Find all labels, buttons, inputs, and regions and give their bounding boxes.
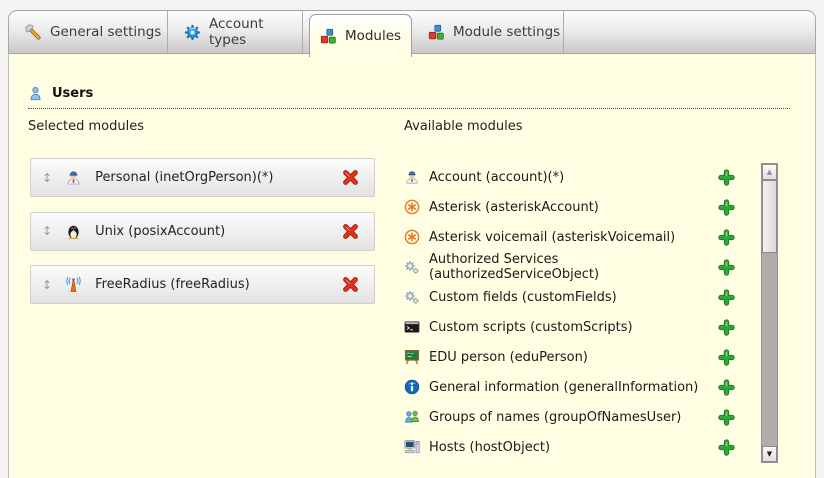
selected-module-row[interactable]: ↕ FreeRadius (freeRadius)	[30, 265, 375, 304]
module-label: Unix (posixAccount)	[95, 224, 329, 239]
settings-tabstrip: General settings Account types Module se…	[8, 10, 816, 54]
add-module-icon[interactable]	[718, 289, 735, 306]
computer-icon	[404, 439, 420, 455]
available-module-row: Custom scripts (customScripts)	[404, 312, 735, 342]
scrollbar-thumb[interactable]	[762, 180, 777, 253]
users-icon	[28, 86, 43, 101]
available-modules-scrollbar[interactable]: ▲ ▼	[761, 163, 778, 463]
selected-modules-heading: Selected modules	[28, 119, 144, 134]
tab-account-types[interactable]: Account types	[168, 11, 303, 53]
module-label: Asterisk voicemail (asteriskVoicemail)	[429, 230, 709, 245]
modules-icon	[428, 24, 445, 41]
module-label: Custom fields (customFields)	[429, 290, 709, 305]
module-label: Account (account)(*)	[429, 170, 709, 185]
chalkboard-icon	[404, 349, 420, 365]
scroll-down-button[interactable]: ▼	[762, 446, 777, 462]
modules-icon	[320, 28, 337, 45]
module-label: Hosts (hostObject)	[429, 440, 709, 455]
gears-icon	[404, 289, 420, 305]
available-modules-heading: Available modules	[404, 119, 522, 134]
available-module-row: Hosts (hostObject)	[404, 432, 735, 462]
tab-label: Module settings	[453, 24, 560, 40]
scroll-up-button[interactable]: ▲	[762, 164, 777, 180]
drag-handle-icon[interactable]: ↕	[42, 279, 52, 291]
account-types-icon	[184, 24, 201, 41]
section-heading-users: Users	[28, 86, 790, 109]
remove-module-icon[interactable]	[342, 276, 359, 293]
available-module-row: Custom fields (customFields)	[404, 282, 735, 312]
module-label: General information (generalInformation)	[429, 380, 709, 395]
add-module-icon[interactable]	[718, 319, 735, 336]
remove-module-icon[interactable]	[342, 169, 359, 186]
person-icon	[404, 169, 420, 185]
asterisk-icon	[404, 229, 420, 245]
asterisk-icon	[404, 199, 420, 215]
add-module-icon[interactable]	[718, 349, 735, 366]
add-module-icon[interactable]	[718, 439, 735, 456]
tab-module-settings[interactable]: Module settings	[412, 11, 564, 53]
person-icon	[65, 169, 82, 186]
available-module-row: Groups of names (groupOfNamesUser)	[404, 402, 735, 432]
available-module-row: EDU person (eduPerson)	[404, 342, 735, 372]
available-module-row: Account (account)(*)	[404, 162, 735, 192]
section-title: Users	[52, 86, 93, 101]
module-label: Groups of names (groupOfNamesUser)	[429, 410, 709, 425]
module-label: Authorized Services (authorizedServiceOb…	[429, 252, 709, 282]
add-module-icon[interactable]	[718, 169, 735, 186]
available-module-row: General information (generalInformation)	[404, 372, 735, 402]
add-module-icon[interactable]	[718, 199, 735, 216]
antenna-icon	[65, 276, 82, 293]
tab-label: Account types	[209, 16, 302, 48]
tab-modules[interactable]: Modules	[309, 14, 412, 57]
info-icon	[404, 379, 420, 395]
module-label: EDU person (eduPerson)	[429, 350, 709, 365]
group-icon	[404, 409, 420, 425]
tab-general-settings[interactable]: General settings	[9, 11, 168, 53]
tab-label: Modules	[345, 28, 401, 44]
selected-module-row[interactable]: ↕ Unix (posixAccount)	[30, 212, 375, 251]
add-module-icon[interactable]	[718, 259, 735, 276]
terminal-icon	[404, 319, 420, 335]
add-module-icon[interactable]	[718, 379, 735, 396]
drag-handle-icon[interactable]: ↕	[42, 172, 52, 184]
add-module-icon[interactable]	[718, 229, 735, 246]
available-module-row: Authorized Services (authorizedServiceOb…	[404, 252, 735, 282]
module-label: Asterisk (asteriskAccount)	[429, 200, 709, 215]
wrench-icon	[25, 24, 42, 41]
drag-handle-icon[interactable]: ↕	[42, 225, 52, 237]
add-module-icon[interactable]	[718, 409, 735, 426]
module-label: FreeRadius (freeRadius)	[95, 277, 329, 292]
gears-icon	[404, 259, 420, 275]
module-label: Custom scripts (customScripts)	[429, 320, 709, 335]
module-label: Personal (inetOrgPerson)(*)	[95, 170, 329, 185]
remove-module-icon[interactable]	[342, 223, 359, 240]
available-module-row: Asterisk voicemail (asteriskVoicemail)	[404, 222, 735, 252]
available-module-row: Asterisk (asteriskAccount)	[404, 192, 735, 222]
selected-module-row[interactable]: ↕ Personal (inetOrgPerson)(*)	[30, 158, 375, 197]
tab-label: General settings	[50, 24, 161, 40]
penguin-icon	[65, 223, 82, 240]
